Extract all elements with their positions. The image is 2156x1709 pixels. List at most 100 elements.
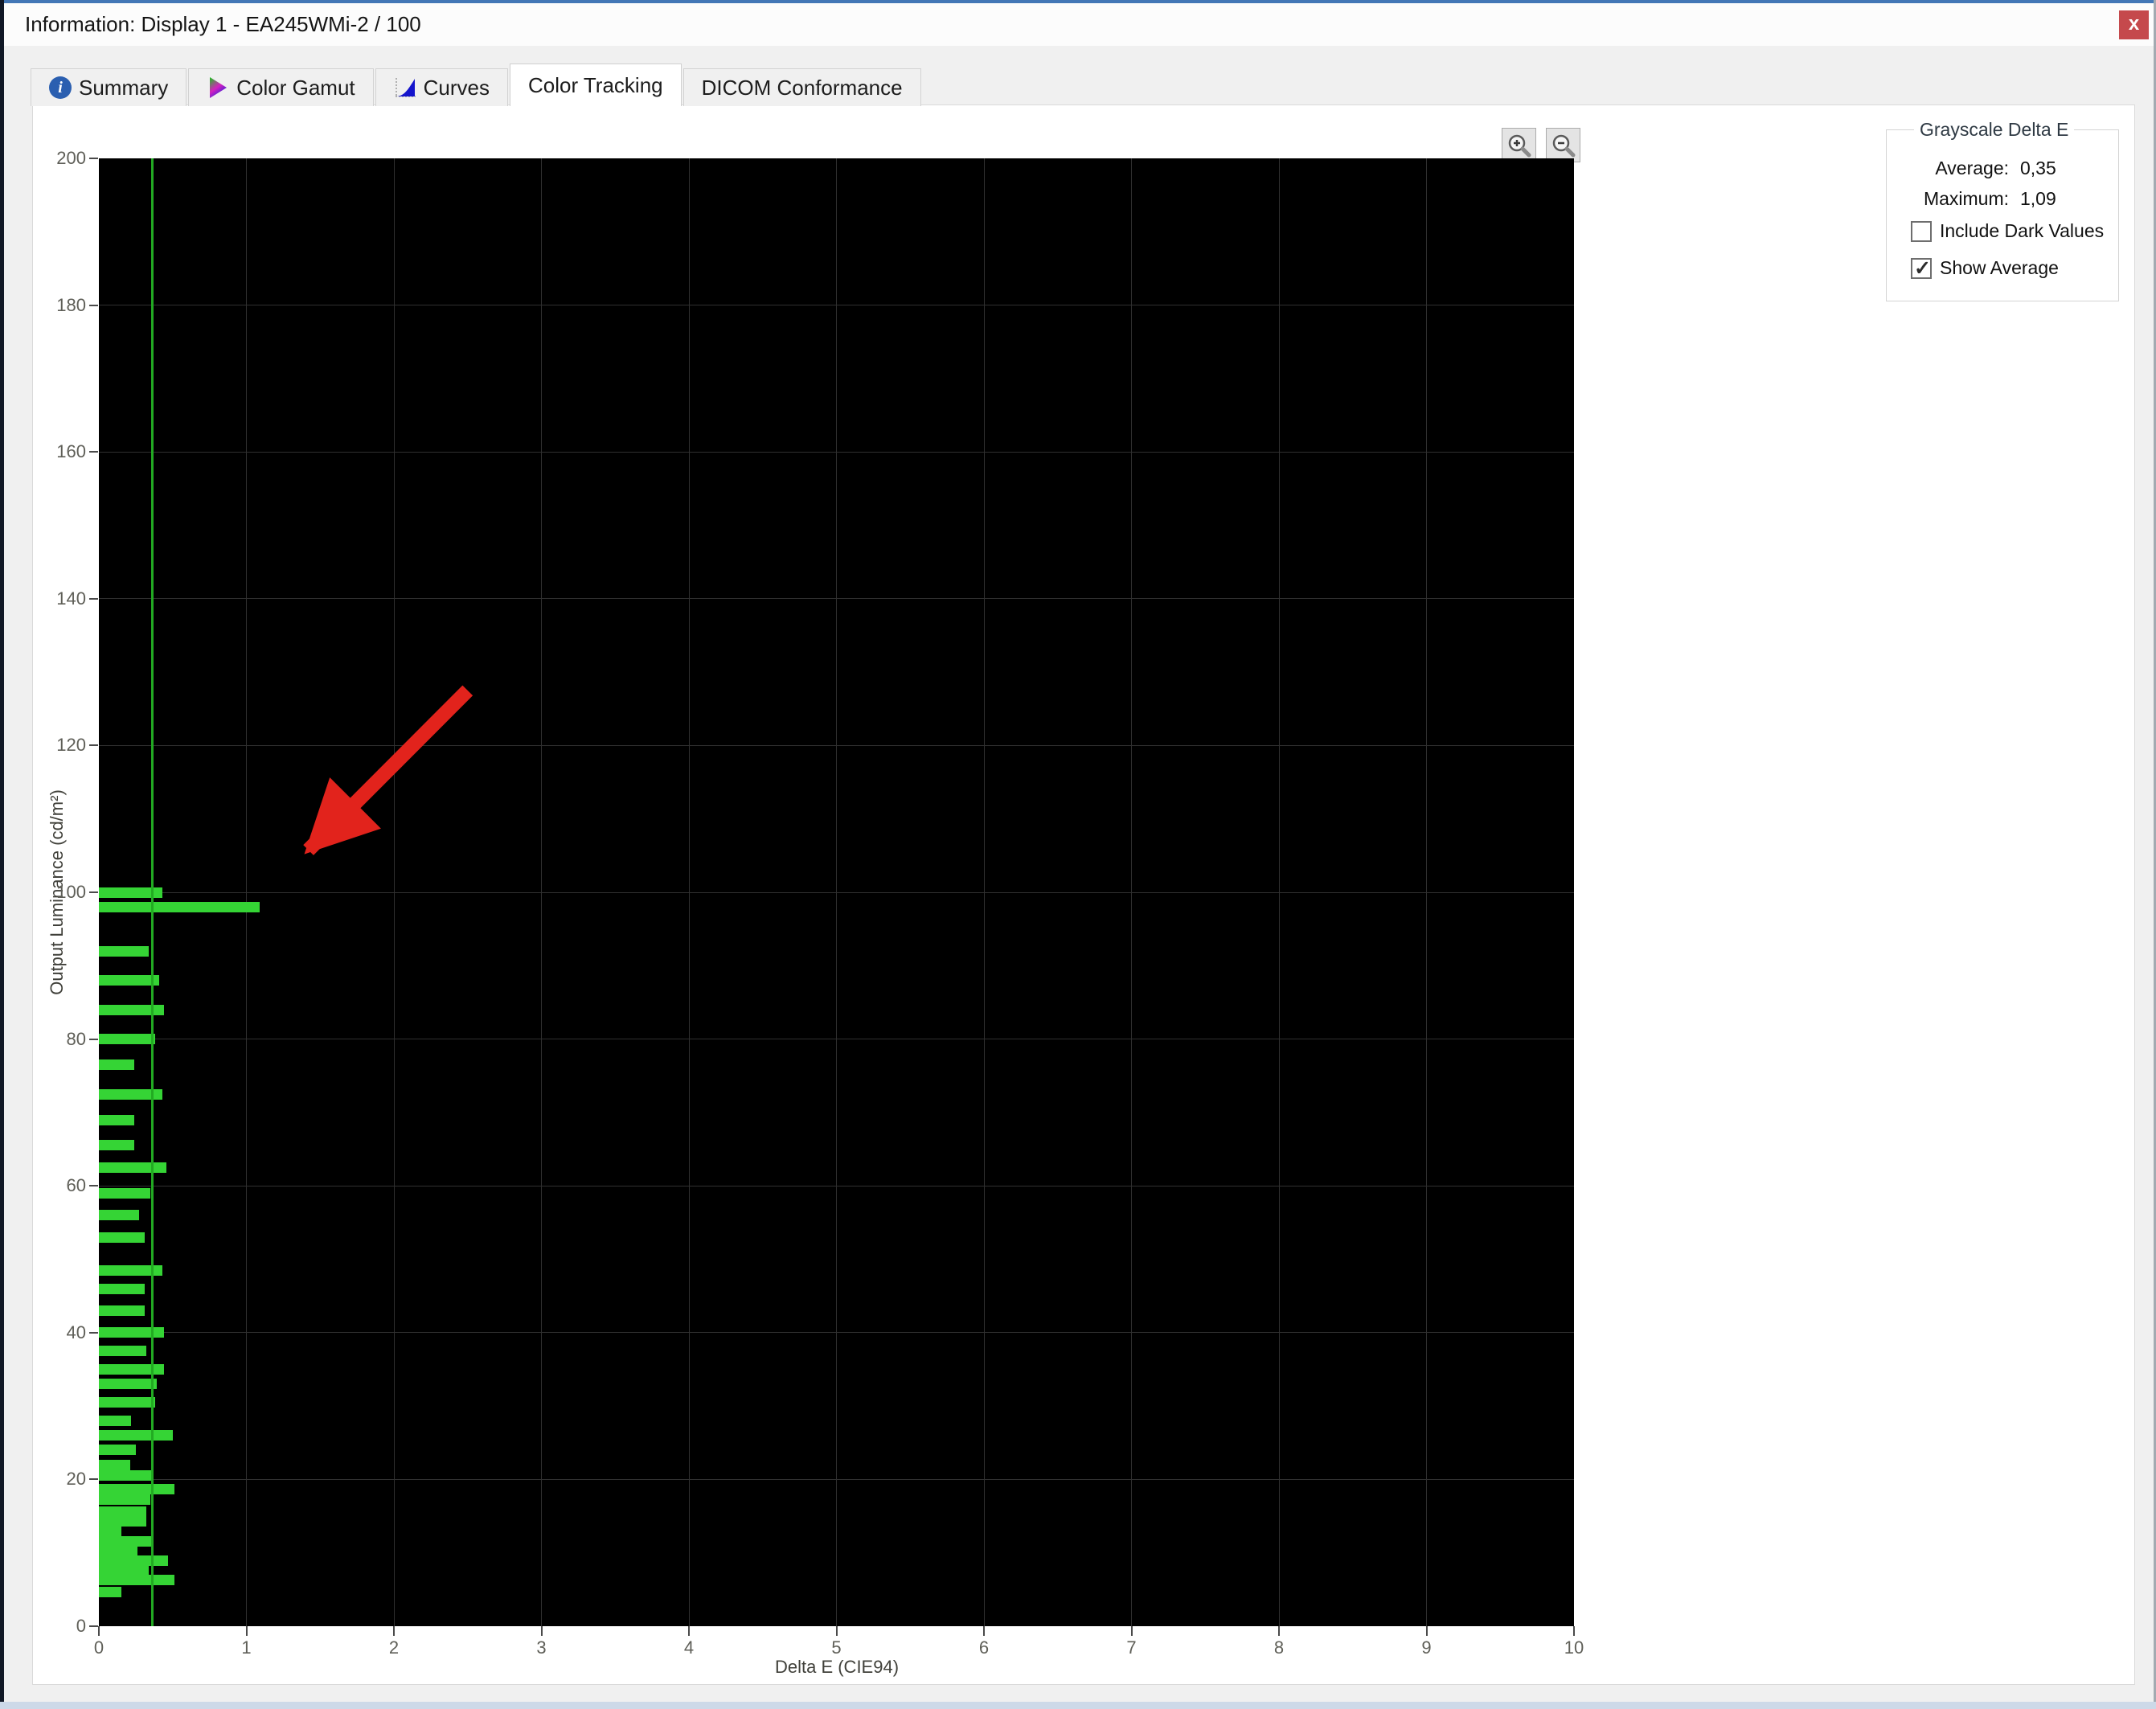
- delta-e-bar: [99, 1005, 164, 1015]
- tab-color-tracking[interactable]: Color Tracking: [510, 64, 682, 106]
- gamut-triangle-icon: [207, 76, 229, 99]
- delta-e-bar: [99, 1379, 157, 1389]
- y-tick-mark: [89, 1625, 98, 1627]
- tab-label: Curves: [424, 76, 490, 100]
- tab-label: DICOM Conformance: [702, 76, 903, 100]
- show-average-checkbox[interactable]: [1911, 258, 1932, 279]
- show-average-row: Show Average: [1911, 257, 2059, 279]
- delta-e-bar: [99, 1346, 146, 1356]
- x-tick-label: 0: [75, 1639, 123, 1657]
- y-tick-mark: [89, 744, 98, 746]
- x-axis-title: Delta E (CIE94): [775, 1657, 899, 1678]
- x-tick-mark: [1278, 1626, 1280, 1636]
- delta-e-bar: [99, 1470, 152, 1481]
- x-tick-mark: [1131, 1626, 1133, 1636]
- x-tick-mark: [541, 1626, 543, 1636]
- chart-area: Output Luminance (cd/m²) Delta E (CIE94)…: [33, 105, 2134, 1684]
- delta-e-bar: [99, 1188, 150, 1199]
- y-tick-label: 160: [33, 443, 86, 461]
- information-window: Information: Display 1 - EA245WMi-2 / 10…: [0, 0, 2156, 1709]
- zoom-in-button[interactable]: [1502, 128, 1536, 162]
- maximum-row: Maximum: 1,09: [1887, 188, 2118, 210]
- delta-e-plot: [99, 158, 1574, 1626]
- magnifier-minus-icon: [1551, 133, 1576, 158]
- delta-e-bar: [99, 1162, 166, 1173]
- tab-label: Color Gamut: [236, 76, 355, 100]
- y-tick-mark: [89, 891, 98, 893]
- include-dark-values-row: Include Dark Values: [1911, 220, 2104, 242]
- delta-e-bar: [99, 946, 149, 957]
- zoom-out-button[interactable]: [1546, 128, 1580, 162]
- average-delta-e-line: [151, 158, 154, 1626]
- y-tick-label: 200: [33, 150, 86, 167]
- tab-label: Color Tracking: [528, 73, 663, 98]
- y-tick-mark: [89, 598, 98, 600]
- v-gridline: [984, 158, 985, 1626]
- delta-e-bar: [99, 1516, 146, 1527]
- tab-dicom-conformance[interactable]: DICOM Conformance: [683, 68, 921, 106]
- x-tick-mark: [836, 1626, 838, 1636]
- y-tick-label: 40: [33, 1324, 86, 1342]
- delta-e-bar: [99, 1587, 121, 1597]
- x-tick-label: 2: [370, 1639, 418, 1657]
- x-tick-label: 9: [1403, 1639, 1451, 1657]
- curve-icon: [394, 76, 416, 99]
- delta-e-bar: [99, 1305, 145, 1316]
- x-tick-mark: [98, 1626, 100, 1636]
- x-tick-mark: [1426, 1626, 1428, 1636]
- tab-label: Summary: [79, 76, 168, 100]
- delta-e-bar: [99, 1284, 145, 1294]
- y-tick-label: 140: [33, 590, 86, 608]
- x-tick-mark: [688, 1626, 690, 1636]
- grayscale-delta-e-panel: Grayscale Delta E Average: 0,35 Maximum:…: [1886, 129, 2119, 301]
- delta-e-bar: [99, 1416, 131, 1426]
- y-tick-mark: [89, 451, 98, 453]
- y-tick-label: 80: [33, 1031, 86, 1048]
- window-bottom-accent: [0, 1702, 2156, 1709]
- color-tracking-page: Output Luminance (cd/m²) Delta E (CIE94)…: [32, 105, 2135, 1685]
- delta-e-bar: [99, 1115, 134, 1125]
- v-gridline: [394, 158, 395, 1626]
- v-gridline: [541, 158, 542, 1626]
- x-tick-label: 7: [1108, 1639, 1156, 1657]
- magnifier-plus-icon: [1506, 133, 1532, 158]
- delta-e-bar: [99, 1210, 139, 1220]
- y-tick-mark: [89, 305, 98, 306]
- info-icon: i: [49, 76, 72, 99]
- y-tick-label: 0: [33, 1617, 86, 1635]
- x-tick-label: 8: [1255, 1639, 1303, 1657]
- delta-e-bar: [99, 1397, 155, 1408]
- x-tick-label: 6: [960, 1639, 1008, 1657]
- y-tick-label: 180: [33, 297, 86, 314]
- average-value: 0,35: [2020, 158, 2056, 179]
- window-title: Information: Display 1 - EA245WMi-2 / 10…: [25, 3, 421, 46]
- v-gridline: [836, 158, 837, 1626]
- tab-color-gamut[interactable]: Color Gamut: [188, 68, 373, 106]
- v-gridline: [246, 158, 247, 1626]
- x-tick-mark: [246, 1626, 248, 1636]
- v-gridline: [1131, 158, 1132, 1626]
- maximum-value: 1,09: [2020, 188, 2056, 210]
- close-button[interactable]: x: [2119, 10, 2149, 39]
- delta-e-bar: [99, 902, 260, 912]
- delta-e-bar: [99, 1460, 130, 1470]
- panel-title: Grayscale Delta E: [1914, 119, 2074, 141]
- y-tick-label: 20: [33, 1470, 86, 1488]
- delta-e-bar: [99, 1484, 174, 1494]
- x-tick-label: 3: [518, 1639, 566, 1657]
- average-row: Average: 0,35: [1887, 158, 2118, 179]
- y-tick-mark: [89, 1478, 98, 1480]
- show-average-label: Show Average: [1940, 257, 2059, 279]
- y-tick-label: 60: [33, 1177, 86, 1195]
- tab-bar: i Summary Color Gamut: [31, 64, 923, 106]
- tab-curves[interactable]: Curves: [375, 68, 508, 106]
- maximum-label: Maximum:: [1887, 188, 2009, 210]
- tab-summary[interactable]: i Summary: [31, 68, 186, 106]
- y-tick-mark: [89, 1039, 98, 1040]
- delta-e-bar: [99, 1430, 173, 1441]
- delta-e-bar: [99, 1232, 145, 1243]
- include-dark-values-checkbox[interactable]: [1911, 221, 1932, 242]
- y-tick-mark: [89, 1185, 98, 1186]
- delta-e-bar: [99, 1327, 164, 1338]
- delta-e-bar: [99, 1545, 137, 1555]
